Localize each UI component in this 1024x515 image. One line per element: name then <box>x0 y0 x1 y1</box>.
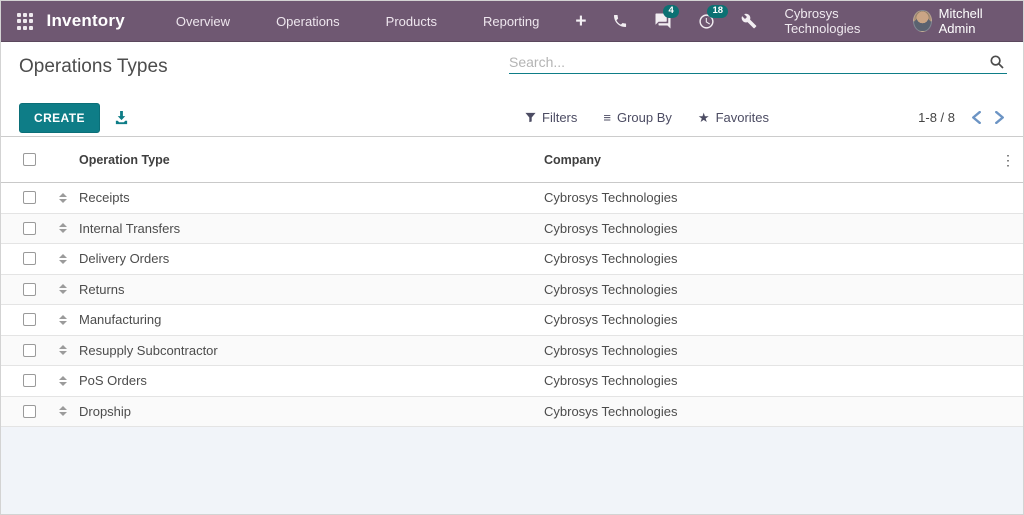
menu-products[interactable]: Products <box>363 1 460 41</box>
drag-handle-icon[interactable] <box>49 193 77 203</box>
column-header-company[interactable]: Company <box>542 153 993 167</box>
pager-previous-button[interactable] <box>969 109 984 126</box>
operations-list: Operation Type Company ⋮ Receipts Cybros… <box>1 136 1023 514</box>
menu-reporting[interactable]: Reporting <box>460 1 562 41</box>
column-header-operation-type[interactable]: Operation Type <box>77 153 542 167</box>
operation-type-cell: Resupply Subcontractor <box>77 343 542 358</box>
drag-handle-icon[interactable] <box>49 406 77 416</box>
filters-button[interactable]: Filters <box>525 110 577 125</box>
row-checkbox[interactable] <box>23 344 36 357</box>
group-by-button[interactable]: ≡ Group By <box>603 110 672 125</box>
table-header-row: Operation Type Company ⋮ <box>1 137 1023 183</box>
tools-icon <box>741 13 757 29</box>
filter-icon <box>525 112 536 123</box>
group-by-icon: ≡ <box>603 111 611 124</box>
app-title[interactable]: Inventory <box>47 11 125 31</box>
main-menu: Overview Operations Products Reporting <box>153 1 562 41</box>
optional-columns-icon[interactable]: ⋮ <box>993 153 1023 167</box>
user-name: Mitchell Admin <box>939 6 1007 36</box>
operation-type-cell: Manufacturing <box>77 312 542 327</box>
star-icon: ★ <box>698 111 710 124</box>
company-cell: Cybrosys Technologies <box>542 404 993 419</box>
menu-operations[interactable]: Operations <box>253 1 363 41</box>
drag-handle-icon[interactable] <box>49 254 77 264</box>
menu-overview[interactable]: Overview <box>153 1 253 41</box>
page-title: Operations Types <box>19 56 168 78</box>
app-window: Inventory Overview Operations Products R… <box>0 0 1024 515</box>
operation-type-cell: Dropship <box>77 404 542 419</box>
operation-type-cell: Delivery Orders <box>77 251 542 266</box>
pager-range: 1-8 / 8 <box>918 110 955 125</box>
user-menu[interactable]: Mitchell Admin <box>913 6 1011 36</box>
table-row[interactable]: Delivery Orders Cybrosys Technologies <box>1 244 1023 275</box>
operation-type-cell: PoS Orders <box>77 373 542 388</box>
download-icon <box>114 110 129 125</box>
activities-count-badge: 18 <box>707 5 728 18</box>
messages-count-badge: 4 <box>663 5 678 18</box>
company-cell: Cybrosys Technologies <box>542 373 993 388</box>
apps-menu-icon[interactable] <box>17 13 33 30</box>
user-avatar <box>913 10 931 32</box>
table-row[interactable]: Resupply Subcontractor Cybrosys Technolo… <box>1 336 1023 367</box>
plus-icon: + <box>575 12 586 31</box>
row-checkbox[interactable] <box>23 191 36 204</box>
pager: 1-8 / 8 <box>918 109 1007 126</box>
create-button[interactable]: CREATE <box>19 103 100 133</box>
search-box <box>509 54 1007 74</box>
chevron-right-icon <box>994 111 1005 124</box>
operation-type-cell: Receipts <box>77 190 542 205</box>
company-cell: Cybrosys Technologies <box>542 282 993 297</box>
control-panel: Operations Types CREATE Filters ≡ Group … <box>1 42 1023 136</box>
activities-button[interactable]: 18 <box>685 1 728 42</box>
row-checkbox[interactable] <box>23 222 36 235</box>
table-row[interactable]: Manufacturing Cybrosys Technologies <box>1 305 1023 336</box>
empty-area <box>1 427 1023 514</box>
pager-next-button[interactable] <box>992 109 1007 126</box>
quick-create-button[interactable]: + <box>562 1 599 42</box>
drag-handle-icon[interactable] <box>49 345 77 355</box>
row-checkbox[interactable] <box>23 374 36 387</box>
voip-button[interactable] <box>599 1 641 42</box>
table-row[interactable]: Dropship Cybrosys Technologies <box>1 397 1023 428</box>
systray: + 4 18 Cybrosys Technologies Mitchell Ad… <box>562 1 1011 42</box>
drag-handle-icon[interactable] <box>49 223 77 233</box>
tools-button[interactable] <box>728 1 770 42</box>
phone-icon <box>612 13 628 29</box>
row-checkbox[interactable] <box>23 313 36 326</box>
table-row[interactable]: Receipts Cybrosys Technologies <box>1 183 1023 214</box>
search-options: Filters ≡ Group By ★ Favorites <box>525 110 769 125</box>
operation-type-cell: Returns <box>77 282 542 297</box>
favorites-button[interactable]: ★ Favorites <box>698 110 769 125</box>
company-cell: Cybrosys Technologies <box>542 221 993 236</box>
export-button[interactable] <box>114 110 129 125</box>
company-switcher[interactable]: Cybrosys Technologies <box>770 6 913 36</box>
company-cell: Cybrosys Technologies <box>542 312 993 327</box>
company-cell: Cybrosys Technologies <box>542 251 993 266</box>
drag-handle-icon[interactable] <box>49 284 77 294</box>
row-checkbox[interactable] <box>23 405 36 418</box>
chevron-left-icon <box>971 111 982 124</box>
drag-handle-icon[interactable] <box>49 376 77 386</box>
company-cell: Cybrosys Technologies <box>542 190 993 205</box>
drag-handle-icon[interactable] <box>49 315 77 325</box>
operation-type-cell: Internal Transfers <box>77 221 542 236</box>
row-checkbox[interactable] <box>23 283 36 296</box>
table-row[interactable]: Internal Transfers Cybrosys Technologies <box>1 214 1023 245</box>
company-cell: Cybrosys Technologies <box>542 343 993 358</box>
messages-button[interactable]: 4 <box>641 1 685 42</box>
top-navbar: Inventory Overview Operations Products R… <box>1 1 1023 42</box>
select-all-checkbox[interactable] <box>23 153 36 166</box>
row-checkbox[interactable] <box>23 252 36 265</box>
search-icon[interactable] <box>989 54 1005 70</box>
search-input[interactable] <box>509 54 989 70</box>
table-row[interactable]: PoS Orders Cybrosys Technologies <box>1 366 1023 397</box>
table-row[interactable]: Returns Cybrosys Technologies <box>1 275 1023 306</box>
